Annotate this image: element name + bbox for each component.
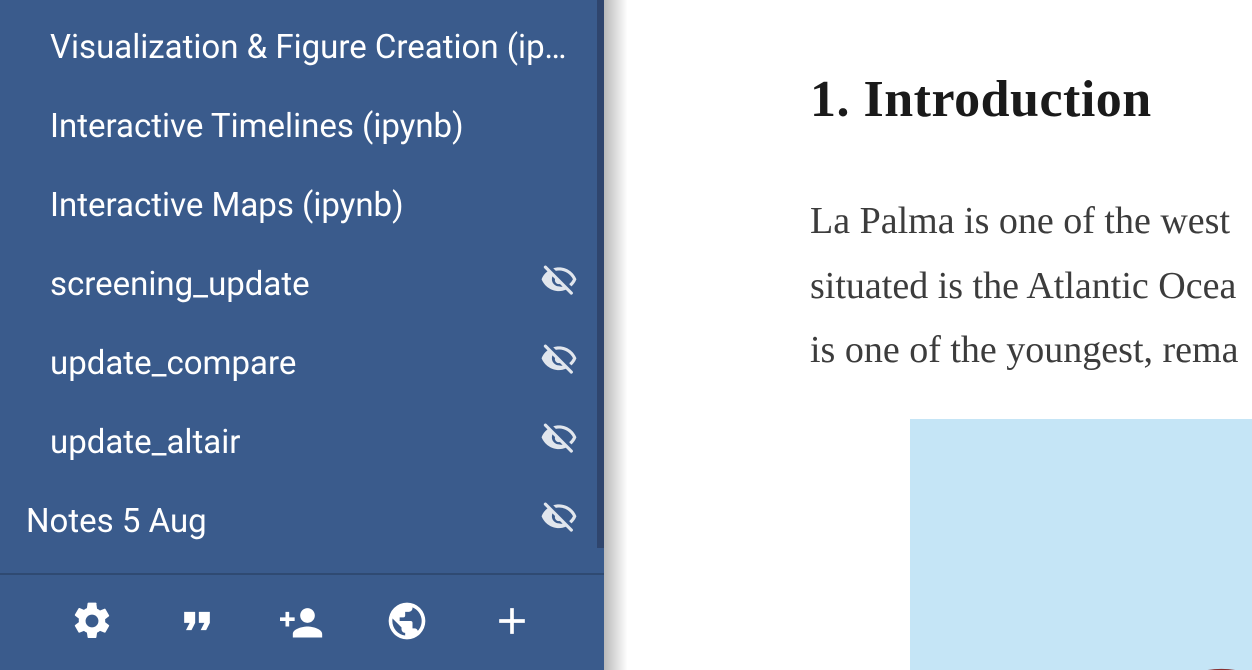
quote-icon: [175, 599, 219, 647]
settings-button[interactable]: [64, 595, 120, 651]
sidebar-item-interactive-timelines[interactable]: Interactive Timelines (ipynb): [0, 87, 604, 166]
plus-icon: [490, 599, 534, 647]
sidebar: Visualization & Figure Creation (ipy… In…: [0, 0, 604, 670]
globe-icon: [385, 599, 429, 647]
sidebar-list: Visualization & Figure Creation (ipy… In…: [0, 0, 604, 573]
sidebar-item-notes[interactable]: Notes 5 Aug: [0, 482, 604, 561]
gear-icon: [70, 599, 114, 647]
body-line: La Palma is one of the west: [810, 189, 1252, 254]
sidebar-item-visualization[interactable]: Visualization & Figure Creation (ipy…: [0, 8, 604, 87]
map-figure: [910, 419, 1252, 670]
content-area: 1. Introduction La Palma is one of the w…: [630, 0, 1252, 670]
sidebar-item-label: update_compare: [50, 344, 296, 383]
sidebar-item-label: Visualization & Figure Creation (ipy…: [50, 28, 578, 67]
scrollbar[interactable]: [597, 0, 604, 548]
sidebar-item-label: Interactive Maps (ipynb): [50, 186, 404, 225]
sidebar-item-update-altair[interactable]: update_altair: [0, 403, 604, 482]
app-root: Visualization & Figure Creation (ipy… In…: [0, 0, 1252, 670]
island-shape-icon: [1160, 664, 1252, 670]
publish-button[interactable]: [379, 595, 435, 651]
sidebar-item-label: Interactive Timelines (ipynb): [50, 107, 464, 146]
visibility-off-icon: [540, 498, 578, 545]
sidebar-item-label: update_altair: [50, 423, 240, 462]
collaborators-button[interactable]: [274, 595, 330, 651]
sidebar-item-interactive-maps[interactable]: Interactive Maps (ipynb): [0, 166, 604, 245]
visibility-off-icon: [540, 261, 578, 308]
visibility-off-icon: [540, 419, 578, 466]
pane-divider-shadow: [604, 0, 630, 670]
sidebar-toolbar: [0, 575, 604, 670]
page-title: 1. Introduction: [810, 70, 1252, 129]
sidebar-item-label: Notes 5 Aug: [26, 502, 207, 541]
citation-button[interactable]: [169, 595, 225, 651]
sidebar-item-label: screening_update: [50, 265, 310, 304]
add-button[interactable]: [484, 595, 540, 651]
content-inner: 1. Introduction La Palma is one of the w…: [630, 0, 1252, 670]
sidebar-item-update-compare[interactable]: update_compare: [0, 324, 604, 403]
visibility-off-icon: [540, 340, 578, 387]
group-add-icon: [280, 599, 324, 647]
body-line: situated is the Atlantic Ocea: [810, 254, 1252, 319]
body-paragraph: La Palma is one of the west situated is …: [810, 189, 1252, 383]
body-line: is one of the youngest, rema: [810, 318, 1252, 383]
sidebar-item-screening-update[interactable]: screening_update: [0, 245, 604, 324]
